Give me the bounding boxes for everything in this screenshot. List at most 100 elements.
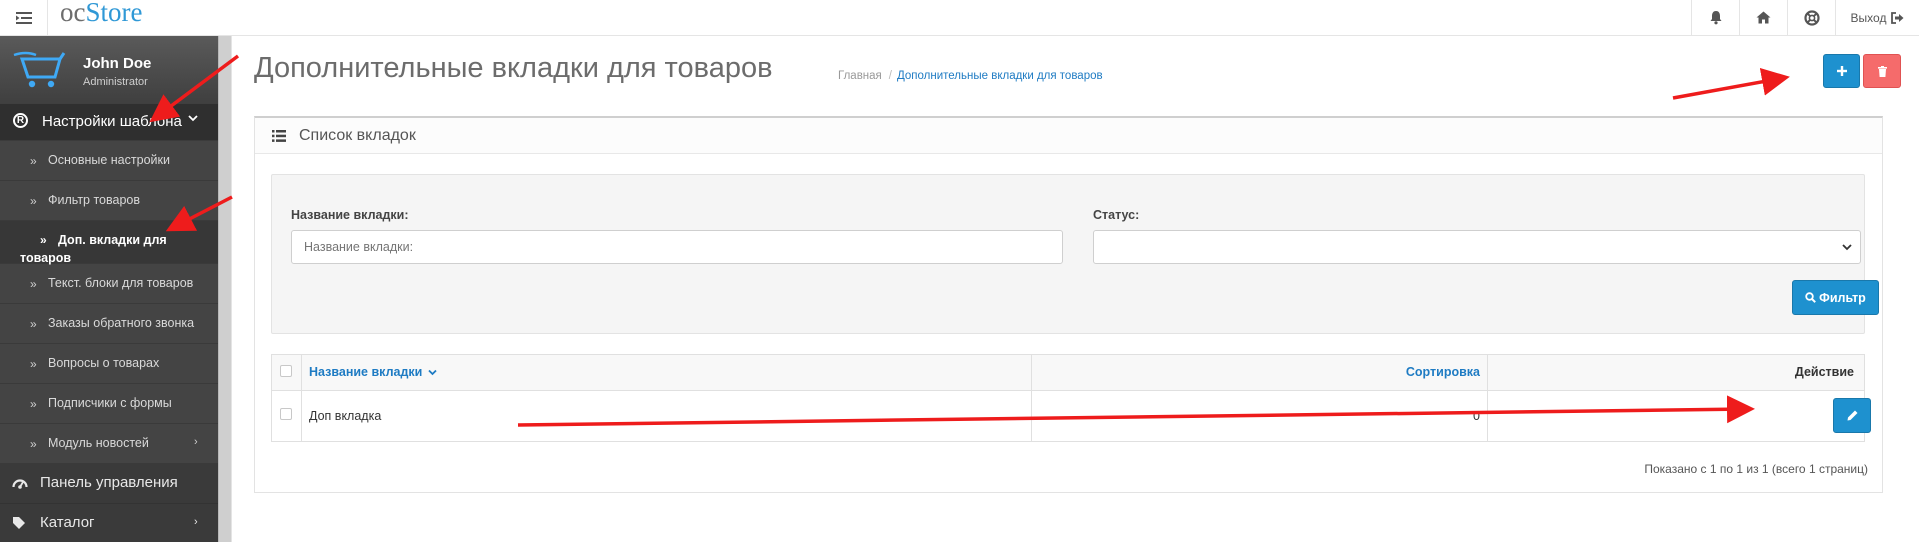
pagination-info: Показано с 1 по 1 из 1 (всего 1 страниц): [1644, 462, 1868, 476]
chevron-right-icon: ›: [194, 436, 198, 448]
double-chevron-icon: »: [30, 357, 37, 371]
filter-button[interactable]: Фильтр: [1792, 280, 1879, 315]
user-name: John Doe: [83, 55, 152, 72]
header-sort-cell: Сортировка: [1032, 355, 1488, 390]
double-chevron-icon: »: [30, 437, 37, 451]
list-icon: [272, 130, 286, 142]
sidebar-item-news-module[interactable]: » Модуль новостей ›: [0, 424, 218, 464]
edit-button[interactable]: [1833, 398, 1871, 433]
sidebar-item-text-blocks[interactable]: » Текст. блоки для товаров: [0, 264, 218, 304]
row-checkbox[interactable]: [280, 408, 292, 420]
column-name-label: Название вкладки: [309, 365, 423, 379]
home-icon: [1756, 11, 1771, 24]
tabs-table: Название вкладки Сортировка Действие Доп…: [271, 354, 1871, 442]
header-name-cell: Название вкладки: [302, 355, 1032, 390]
double-chevron-icon: »: [30, 317, 37, 331]
user-role: Administrator: [83, 76, 148, 88]
sidebar-item-extra-tabs[interactable]: » Доп. вкладки для товаров: [0, 221, 218, 265]
logout-label: Выход: [1850, 10, 1887, 25]
header-action-cell: Действие: [1488, 355, 1864, 390]
sidebar-item-label: Доп. вкладки для товаров: [20, 233, 167, 265]
sign-out-icon: [1891, 11, 1904, 24]
add-button[interactable]: [1823, 54, 1860, 88]
double-chevron-icon: »: [30, 397, 37, 411]
sidebar-item-catalog[interactable]: Каталог ›: [0, 504, 218, 542]
tag-icon: [13, 517, 25, 529]
sort-by-order-link[interactable]: Сортировка: [1406, 365, 1480, 379]
chevron-down-icon: [428, 369, 437, 376]
table-header-row: Название вкладки Сортировка Действие: [272, 355, 1864, 391]
pencil-icon: [1847, 410, 1857, 421]
plus-icon: [1836, 66, 1847, 76]
dashboard-icon: [12, 479, 28, 489]
sidebar-item-label: Текст. блоки для товаров: [48, 276, 194, 290]
home-button[interactable]: [1739, 0, 1787, 35]
menu-toggle-button[interactable]: [0, 0, 48, 35]
table-row: Доп вкладка 0: [272, 391, 1871, 441]
logo-store-text: Store: [85, 0, 143, 27]
sidebar-section-label: Настройки шаблона: [42, 113, 182, 130]
logo-oc-text: oc: [60, 0, 86, 27]
top-header: ocStore Выход: [0, 0, 1919, 36]
status-filter-select[interactable]: [1093, 230, 1861, 264]
bell-icon: [1710, 11, 1721, 25]
registered-icon: R: [13, 113, 28, 128]
annotation-arrow: [1672, 67, 1790, 100]
breadcrumb-current-link[interactable]: Дополнительные вкладки для товаров: [897, 70, 1103, 82]
row-action-cell: [1488, 391, 1871, 441]
user-profile[interactable]: John Doe Administrator: [0, 36, 218, 104]
select-all-checkbox[interactable]: [280, 365, 292, 377]
sidebar-item-label: Заказы обратного звонка: [48, 316, 195, 330]
search-icon: [1805, 292, 1817, 303]
row-name-value: Доп вкладка: [309, 409, 382, 423]
panel-heading: Список вкладок: [255, 118, 1882, 154]
double-chevron-icon: »: [30, 277, 37, 291]
panel-title: Список вкладок: [299, 127, 416, 144]
tab-name-filter-input[interactable]: [291, 230, 1063, 264]
chevron-right-icon: ›: [194, 516, 198, 528]
sidebar: John Doe Administrator R Настройки шабло…: [0, 36, 218, 542]
sidebar-item-label: Основные настройки: [48, 153, 170, 167]
ocstore-logo[interactable]: ocStore: [60, 0, 142, 33]
status-filter-label: Статус:: [1093, 208, 1140, 222]
chevron-down-icon: [188, 115, 198, 122]
page-title: Дополнительные вкладки для товаров: [254, 52, 773, 84]
column-action-label: Действие: [1794, 365, 1854, 379]
sidebar-item-label: Фильтр товаров: [48, 193, 140, 207]
sidebar-main-label: Каталог: [40, 514, 95, 531]
sidebar-item-product-questions[interactable]: » Вопросы о товарах: [0, 344, 218, 384]
tab-name-filter-label: Название вкладки:: [291, 208, 409, 222]
row-name-cell: Доп вкладка: [302, 391, 1032, 441]
notifications-button[interactable]: [1691, 0, 1739, 35]
sidebar-item-label: Модуль новостей: [48, 436, 149, 450]
cart-avatar-icon: [13, 51, 66, 88]
sidebar-item-basic-settings[interactable]: » Основные настройки: [0, 141, 218, 181]
sidebar-item-label: Вопросы о товарах: [48, 356, 160, 370]
sidebar-section-template-settings[interactable]: R Настройки шаблона: [0, 104, 218, 141]
header-checkbox-cell: [272, 355, 302, 390]
sidebar-main-label: Панель управления: [40, 474, 178, 491]
row-sort-value: 0: [1473, 409, 1480, 423]
row-sort-cell: 0: [1032, 391, 1488, 441]
sort-by-name-link[interactable]: Название вкладки: [309, 365, 437, 379]
help-button[interactable]: [1787, 0, 1835, 35]
double-chevron-icon: »: [30, 154, 37, 168]
trash-icon: [1877, 65, 1887, 77]
life-ring-icon: [1803, 9, 1820, 26]
breadcrumb: Главная / Дополнительные вкладки для товар…: [838, 70, 1103, 82]
logout-button[interactable]: Выход: [1835, 0, 1919, 35]
sidebar-item-product-filter[interactable]: » Фильтр товаров: [0, 181, 218, 221]
delete-button[interactable]: [1863, 54, 1901, 88]
sidebar-item-dashboard[interactable]: Панель управления: [0, 464, 218, 504]
double-chevron-icon: »: [30, 194, 37, 208]
row-checkbox-cell: [272, 391, 302, 441]
sidebar-item-callback-orders[interactable]: » Заказы обратного звонка: [0, 304, 218, 344]
sidebar-item-form-subscribers[interactable]: » Подписчики с формы: [0, 384, 218, 424]
menu-toggle-icon: [15, 11, 32, 24]
sidebar-scrollbar[interactable]: [218, 36, 232, 542]
chevron-down-icon: [1842, 244, 1852, 251]
filter-box: Название вкладки: Статус: Фильтр: [271, 174, 1879, 334]
filter-button-label: Фильтр: [1819, 290, 1866, 305]
breadcrumb-home-link[interactable]: Главная: [838, 70, 882, 82]
tabs-list-panel: Список вкладок Название вкладки: Статус:…: [254, 116, 1883, 493]
